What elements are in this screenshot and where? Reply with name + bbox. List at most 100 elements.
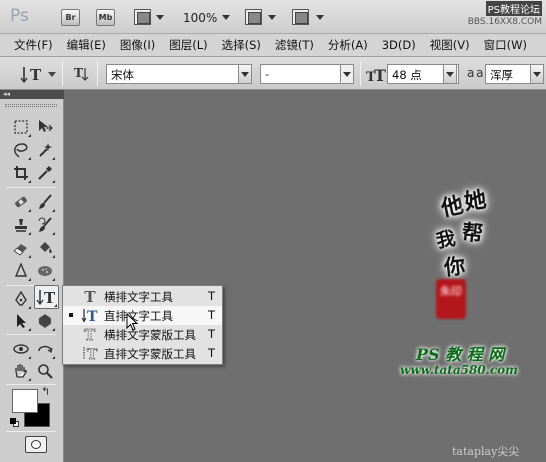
- website-text: www.tata580.com: [400, 363, 518, 377]
- svg-text:T: T: [87, 347, 98, 362]
- view-extras-icon[interactable]: [134, 9, 151, 25]
- zoom-tool[interactable]: [34, 360, 56, 382]
- divider: [97, 61, 98, 86]
- shortcut-key: T: [208, 327, 216, 341]
- menu-item-label: 横排文字蒙版工具: [104, 328, 196, 342]
- svg-text:T: T: [30, 66, 42, 84]
- tools-panel: ◂◂ T ↰: [0, 90, 64, 462]
- font-style-dropdown[interactable]: [340, 64, 354, 84]
- launch-bridge-button[interactable]: Br: [61, 9, 80, 26]
- menu-item-vertical-type[interactable]: T 直排文字工具 T: [63, 306, 222, 325]
- hand-tool[interactable]: [10, 360, 32, 382]
- divider: [360, 61, 361, 86]
- vertical-type-icon: T: [81, 307, 99, 324]
- chevron-down-icon[interactable]: [222, 15, 230, 20]
- horizontal-type-icon: T: [84, 287, 96, 306]
- menu-item-vertical-type-mask[interactable]: T 直排文字蒙版工具 T: [63, 344, 222, 363]
- vertical-type-mask-icon: T: [81, 345, 99, 362]
- zoom-level[interactable]: 100%: [183, 11, 217, 25]
- rectangular-marquee-tool[interactable]: [10, 116, 32, 138]
- divider: [62, 61, 63, 86]
- 3d-rotate-tool[interactable]: [10, 338, 32, 360]
- hand-icon: [15, 364, 27, 378]
- blur-drop-icon: [14, 263, 28, 277]
- path-selection-tool[interactable]: [10, 310, 32, 332]
- menu-filter[interactable]: 滤镜(T): [275, 37, 314, 53]
- calligraphy-char: 帮: [460, 218, 485, 247]
- move-tool[interactable]: [34, 116, 56, 138]
- swap-colors-icon[interactable]: ↰: [41, 385, 50, 398]
- quick-mask-button[interactable]: [25, 436, 47, 453]
- mouse-cursor-icon: [126, 313, 139, 331]
- menu-layer[interactable]: 图层(L): [169, 37, 207, 53]
- calligraphy-char: 她: [462, 186, 488, 216]
- sponge-icon: [38, 266, 52, 276]
- collapse-panel-icon[interactable]: ◂◂: [0, 90, 64, 99]
- chevron-down-icon[interactable]: [156, 15, 164, 20]
- anti-alias-icon: a a: [467, 66, 484, 80]
- chevron-down-icon[interactable]: [268, 15, 276, 20]
- paint-bucket-icon: [40, 242, 52, 253]
- font-family-dropdown[interactable]: [238, 64, 252, 84]
- menu-analysis[interactable]: 分析(A): [328, 37, 368, 53]
- default-colors-icon[interactable]: [10, 418, 20, 427]
- menu-image[interactable]: 图像(I): [120, 37, 155, 53]
- pen-tool[interactable]: [10, 288, 32, 310]
- photoshop-logo: Ps: [10, 6, 29, 26]
- svg-text:T: T: [374, 66, 386, 85]
- dodge-tool[interactable]: [34, 260, 56, 282]
- crop-icon: [14, 166, 28, 180]
- foreground-color-swatch[interactable]: [12, 389, 38, 413]
- panel-grip[interactable]: [5, 104, 57, 107]
- custom-shape-tool[interactable]: [34, 310, 56, 332]
- chevron-down-icon: [48, 72, 56, 77]
- menu-3d[interactable]: 3D(D): [382, 38, 416, 52]
- quick-selection-tool[interactable]: [34, 139, 56, 161]
- 3d-orbit-icon: [38, 345, 53, 354]
- brush-icon: [39, 194, 52, 209]
- options-bar: T T 宋体 - T T 48 点 a a 浑厚: [0, 57, 546, 90]
- spot-healing-tool[interactable]: [10, 191, 32, 213]
- calligraphy-char: 你: [442, 252, 467, 281]
- brush-tool[interactable]: [34, 191, 56, 213]
- watermark-url: BBS.16XX8.COM: [467, 17, 542, 27]
- menu-item-label: 横排文字工具: [104, 290, 173, 304]
- clone-stamp-tool[interactable]: [10, 214, 32, 236]
- menu-edit[interactable]: 编辑(E): [67, 37, 106, 53]
- menu-window[interactable]: 窗口(W): [484, 37, 527, 53]
- blur-tool[interactable]: [10, 260, 32, 282]
- font-size-dropdown[interactable]: [443, 64, 457, 84]
- menu-view[interactable]: 视图(V): [430, 37, 470, 53]
- menu-file[interactable]: 文件(F): [14, 37, 53, 53]
- type-tool-flyout-menu: T 横排文字工具 T T 直排文字工具 T T 横排文字蒙版工具 T T 直排文…: [62, 285, 223, 365]
- chevron-down-icon[interactable]: [316, 15, 324, 20]
- shortcut-key: T: [208, 346, 216, 360]
- svg-text:T: T: [84, 326, 96, 343]
- crop-tool[interactable]: [10, 162, 32, 184]
- font-family-field[interactable]: 宋体: [106, 64, 245, 84]
- eyedropper-tool[interactable]: [34, 162, 56, 184]
- menu-item-horizontal-type[interactable]: T 横排文字工具 T: [63, 287, 222, 306]
- toggle-text-orientation-icon[interactable]: T: [73, 64, 91, 84]
- arrange-documents-icon[interactable]: [245, 9, 262, 25]
- launch-minibridge-button[interactable]: Mb: [96, 9, 115, 26]
- type-tool[interactable]: T: [34, 285, 59, 309]
- color-swatches: ↰: [10, 385, 54, 429]
- menu-item-horizontal-type-mask[interactable]: T 横排文字蒙版工具 T: [63, 325, 222, 344]
- shortcut-key: T: [208, 289, 216, 303]
- bandage-icon: [15, 196, 27, 208]
- lasso-tool[interactable]: [10, 139, 32, 161]
- menu-item-label: 直排文字蒙版工具: [104, 347, 196, 361]
- svg-text:T: T: [74, 66, 83, 80]
- tool-preset-picker[interactable]: T: [8, 63, 56, 85]
- 3d-orbit-tool[interactable]: [34, 338, 56, 360]
- history-brush-tool[interactable]: [34, 214, 56, 236]
- shape-icon: [38, 314, 52, 328]
- eraser-tool[interactable]: [10, 237, 32, 259]
- screen-mode-icon[interactable]: [292, 9, 309, 25]
- move-icon: [39, 120, 53, 132]
- paint-bucket-tool[interactable]: [34, 237, 56, 259]
- menu-select[interactable]: 选择(S): [222, 37, 261, 53]
- divider: [6, 187, 56, 188]
- anti-alias-dropdown[interactable]: [530, 64, 544, 84]
